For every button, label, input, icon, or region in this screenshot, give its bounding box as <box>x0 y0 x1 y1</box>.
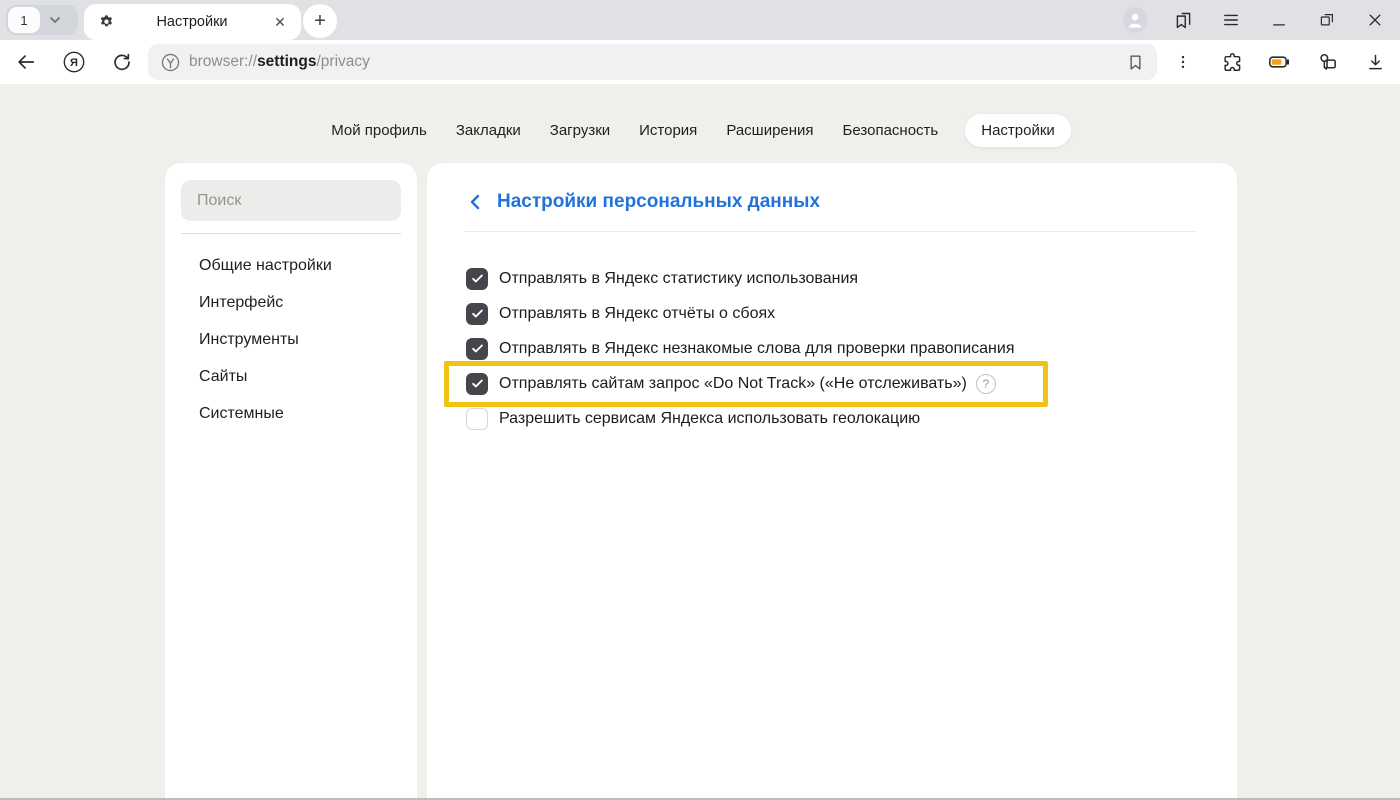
minimize-icon[interactable] <box>1267 8 1291 32</box>
nav-tab-bookmarks[interactable]: Закладки <box>454 114 523 147</box>
sidebar-item-interface[interactable]: Интерфейс <box>199 284 283 321</box>
address-bar[interactable]: browser://settings/privacy <box>148 44 1157 80</box>
checkbox-label: Разрешить сервисам Яндекса использовать … <box>499 410 920 428</box>
url-host: settings <box>257 53 316 70</box>
tab-group-control[interactable]: 1 <box>6 5 78 35</box>
close-icon: ✕ <box>274 14 286 31</box>
settings-sidebar: Общие настройки Интерфейс Инструменты Са… <box>165 163 417 800</box>
sidebar-item-tools[interactable]: Инструменты <box>199 321 299 358</box>
checkbox-label: Отправлять в Яндекс незнакомые слова для… <box>499 340 1014 358</box>
nav-tab-history[interactable]: История <box>637 114 699 147</box>
checkbox[interactable] <box>466 373 488 395</box>
more-options-icon[interactable] <box>1171 50 1195 74</box>
tab-close-button[interactable]: ✕ <box>269 11 291 33</box>
checkbox[interactable] <box>466 268 488 290</box>
sidebar-item-general[interactable]: Общие настройки <box>199 247 332 284</box>
sidebar-items: Общие настройки Интерфейс Инструменты Са… <box>199 247 332 432</box>
checkbox-row[interactable]: Отправлять в Яндекс статистику использов… <box>427 261 1237 296</box>
nav-tab-security[interactable]: Безопасность <box>841 114 941 147</box>
bookmark-icon[interactable] <box>1126 53 1145 72</box>
back-chevron-icon[interactable] <box>463 190 487 214</box>
titlebar: 1 Настройки ✕ + <box>0 0 1400 40</box>
extensions-icon[interactable] <box>1219 50 1243 74</box>
browser-window: 1 Настройки ✕ + <box>0 0 1400 800</box>
back-icon[interactable] <box>14 50 38 74</box>
nav-tab-profile[interactable]: Мой профиль <box>329 114 429 147</box>
checkbox[interactable] <box>466 303 488 325</box>
yandex-letter: Я <box>70 57 78 69</box>
battery-icon[interactable] <box>1267 50 1291 74</box>
settings-page: Мой профиль Закладки Загрузки История Ра… <box>0 84 1400 800</box>
checkbox-list: Отправлять в Яндекс статистику использов… <box>427 261 1237 436</box>
checkbox-label: Отправлять в Яндекс статистику использов… <box>499 270 858 288</box>
passwords-icon[interactable] <box>1315 50 1339 74</box>
close-window-icon[interactable] <box>1363 8 1387 32</box>
checkbox-row[interactable]: Отправлять в Яндекс незнакомые слова для… <box>427 331 1237 366</box>
settings-main-panel: Настройки персональных данных Отправлять… <box>427 163 1237 800</box>
header-divider <box>465 231 1196 232</box>
tab-title: Настройки <box>115 14 269 30</box>
nav-tab-settings[interactable]: Настройки <box>965 114 1071 147</box>
toolbar: Я browser://settings/privacy <box>0 40 1400 84</box>
downloads-icon[interactable] <box>1363 50 1387 74</box>
restore-icon[interactable] <box>1315 8 1339 32</box>
browser-tab[interactable]: Настройки ✕ <box>84 4 301 40</box>
page-title: Настройки персональных данных <box>497 191 820 213</box>
sidebar-item-sites[interactable]: Сайты <box>199 358 247 395</box>
checkbox[interactable] <box>466 408 488 430</box>
search-input[interactable] <box>181 180 401 221</box>
nav-tab-downloads[interactable]: Загрузки <box>548 114 612 147</box>
sidebar-divider <box>181 233 401 234</box>
chevron-down-icon[interactable] <box>48 13 62 27</box>
url-text[interactable]: browser://settings/privacy <box>189 53 1126 71</box>
reload-icon[interactable] <box>110 50 134 74</box>
checkbox[interactable] <box>466 338 488 360</box>
checkbox-row[interactable]: Отправлять в Яндекс отчёты о сбоях ? <box>427 296 1237 331</box>
checkbox-row[interactable]: Разрешить сервисам Яндекса использовать … <box>427 401 1237 436</box>
gear-icon <box>98 14 115 31</box>
titlebar-controls <box>1123 0 1387 40</box>
url-path: /privacy <box>317 53 370 70</box>
sidebar-item-system[interactable]: Системные <box>199 395 284 432</box>
nav-tab-extensions[interactable]: Расширения <box>724 114 815 147</box>
plus-icon: + <box>314 10 326 33</box>
help-icon[interactable]: ? <box>976 374 996 394</box>
side-panels-icon[interactable] <box>1171 8 1195 32</box>
tab-count-badge[interactable]: 1 <box>8 7 40 33</box>
profile-avatar-button[interactable] <box>1123 8 1147 32</box>
yandex-logo-button[interactable]: Я <box>62 50 86 74</box>
checkbox-label: Отправлять в Яндекс отчёты о сбоях <box>499 305 775 323</box>
settings-nav: Мой профиль Закладки Загрузки История Ра… <box>0 114 1400 147</box>
checkbox-row[interactable]: Отправлять сайтам запрос «Do Not Track» … <box>427 366 1237 401</box>
url-scheme: browser:// <box>189 53 257 70</box>
toolbar-right <box>1171 40 1387 84</box>
menu-icon[interactable] <box>1219 8 1243 32</box>
protect-icon[interactable] <box>160 52 181 73</box>
checkbox-label: Отправлять сайтам запрос «Do Not Track» … <box>499 375 967 393</box>
avatar <box>1123 7 1147 33</box>
new-tab-button[interactable]: + <box>303 4 337 38</box>
